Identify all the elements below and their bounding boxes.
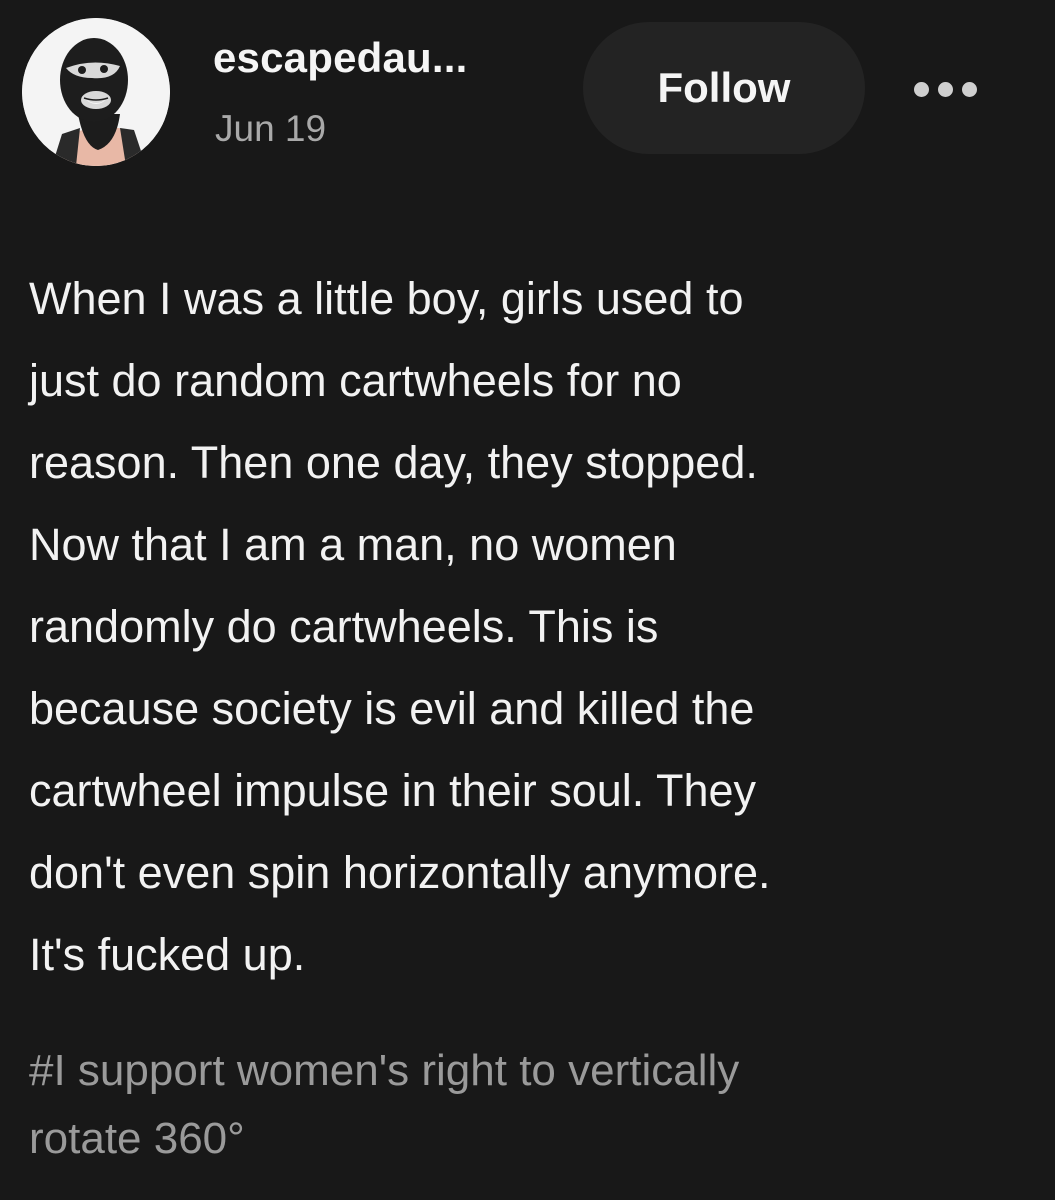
post-body-line: When I was a little boy, girls used to [29,273,744,324]
post-tag[interactable]: #I support women's right to vertically r… [29,1037,1029,1173]
post-body: When I was a little boy, girls used to j… [29,258,1029,996]
post-tag-line: #I support women's right to vertically [29,1046,740,1095]
post-body-line: just do random cartwheels for no [29,355,682,406]
post-tag-line: rotate 360° [29,1114,245,1163]
post-body-line: It's fucked up. [29,929,306,980]
post-body-line: don't even spin horizontally anymore. [29,847,771,898]
follow-button[interactable]: Follow [583,22,865,154]
post-body-line: cartwheel impulse in their soul. They [29,765,757,816]
post-card: escapedau... Jun 19 Follow When I was a … [0,0,1055,1200]
username[interactable]: escapedau... [213,34,468,82]
post-body-line: reason. Then one day, they stopped. [29,437,758,488]
post-body-line: Now that I am a man, no women [29,519,677,570]
balaclava-avatar-icon [22,18,170,166]
more-options-icon [913,81,929,97]
avatar[interactable] [22,18,170,166]
post-body-line: because society is evil and killed the [29,683,755,734]
post-date[interactable]: Jun 19 [215,108,326,150]
more-options-icon [937,81,953,97]
post-body-line: randomly do cartwheels. This is [29,601,659,652]
more-options-button[interactable] [900,62,990,116]
more-options-icon [961,81,977,97]
